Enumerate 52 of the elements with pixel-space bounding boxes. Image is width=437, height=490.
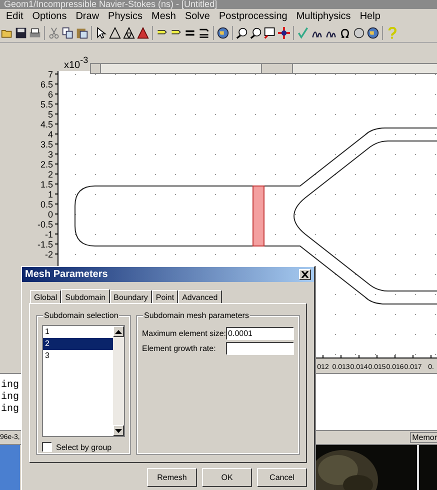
- dialog-tab[interactable]: Boundary: [110, 290, 152, 303]
- menu-item[interactable]: Edit: [6, 10, 24, 22]
- axis-tick-label: 7: [48, 70, 53, 80]
- dialog-button[interactable]: Cancel: [257, 468, 307, 487]
- axis-tick-label: 5: [48, 110, 53, 120]
- axis-tick-label: -2: [44, 250, 53, 260]
- dialog-tab[interactable]: Advanced: [178, 290, 222, 303]
- axis-tick-label: 3: [48, 150, 53, 160]
- subdomain-list[interactable]: 1 2 3: [42, 325, 125, 437]
- menu-item[interactable]: Physics: [108, 10, 142, 22]
- axis-tick-label: 6.5: [40, 80, 53, 90]
- group-title: Subdomain mesh parameters: [143, 311, 250, 321]
- dialog-title: Mesh Parameters: [25, 269, 108, 280]
- list-item[interactable]: 3: [43, 350, 113, 362]
- axis-tick-label: -1: [44, 230, 53, 240]
- console-line: ing: [0, 404, 19, 416]
- menu-item[interactable]: Postprocessing: [218, 10, 288, 22]
- menu-item[interactable]: Options: [32, 10, 67, 22]
- axis-tick-label: 6: [48, 90, 53, 100]
- axis-tick-label: 0.5: [40, 200, 53, 210]
- dialog-button[interactable]: Remesh: [147, 468, 197, 487]
- axis-tick-label: -0.5: [37, 220, 53, 230]
- axis-tick-label: 2.5: [40, 160, 53, 170]
- axis-tick-label: -1.5: [37, 240, 53, 250]
- checkbox-label: Select by group: [56, 442, 112, 452]
- field-label: Element growth rate:: [142, 344, 216, 353]
- menu-item[interactable]: Mesh: [152, 10, 176, 22]
- menu-item[interactable]: Multiphysics: [296, 10, 351, 22]
- dialog-tab[interactable]: Point: [152, 290, 178, 303]
- memory-field: Memor: [410, 432, 437, 443]
- group-title: Subdomain selection: [43, 311, 120, 321]
- dialog-tab[interactable]: Global: [30, 290, 62, 303]
- input-field[interactable]: 0.0001: [226, 327, 294, 340]
- axis-tick-label: 2: [48, 170, 53, 180]
- axis-tick-label: 4: [48, 130, 53, 140]
- axis-tick-label: 1.5: [40, 180, 53, 190]
- console-line: ing: [0, 392, 19, 404]
- window-title: Geom1/Incompressible Navier-Stokes (ns) - [Untitled]: [0, 0, 437, 9]
- menu-item[interactable]: Solve: [184, 10, 210, 22]
- list-item[interactable]: 2: [43, 338, 113, 350]
- axis-tick-label: 0: [48, 210, 53, 220]
- axis-tick-label: 3.5: [40, 140, 53, 150]
- axis-tick-label: 4.5: [40, 120, 53, 130]
- dialog-tab[interactable]: Subdomain: [61, 289, 110, 304]
- dialog-button[interactable]: OK: [202, 468, 252, 487]
- console-line: ing: [0, 380, 19, 392]
- axis-tick-label: 5.5: [40, 100, 53, 110]
- menu-item[interactable]: Draw: [76, 10, 100, 22]
- axis-tick-label: 1: [48, 190, 53, 200]
- field-label: Maximum element size:: [142, 329, 226, 338]
- list-item[interactable]: 1: [43, 326, 113, 338]
- menu-item[interactable]: Help: [360, 10, 380, 22]
